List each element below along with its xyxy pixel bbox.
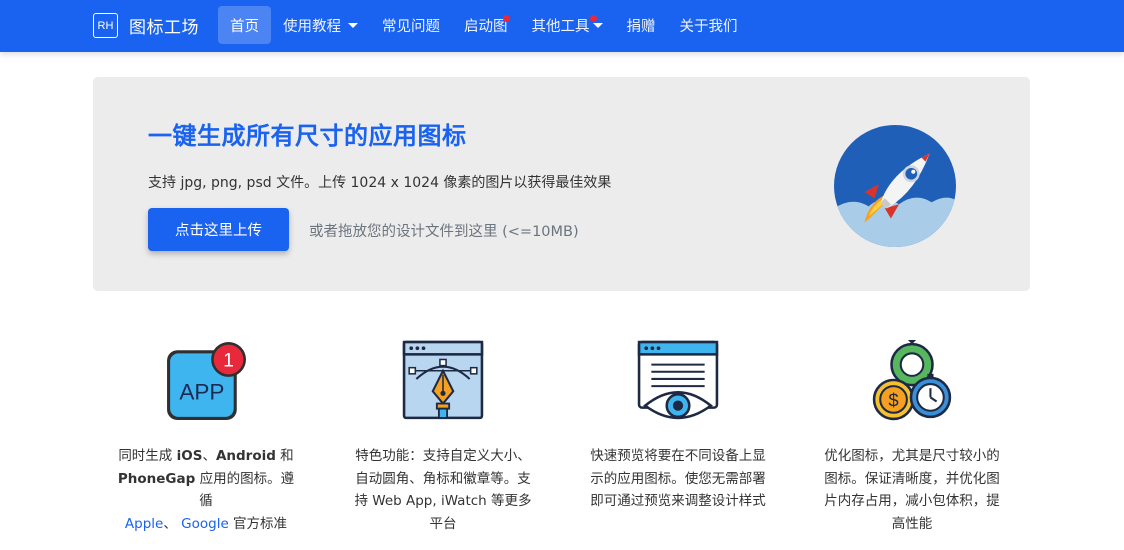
- nav-tutorial-dropdown[interactable]: 使用教程: [271, 6, 370, 44]
- rocket-icon: [834, 125, 956, 247]
- brand-name: 图标工场: [129, 18, 199, 38]
- feature-preview: 快速预览将要在不同设备上显示的应用图标。使您无需部署即可通过预览来调整设计样式: [585, 340, 771, 513]
- nav-tools-label: 其他工具: [531, 18, 590, 35]
- nav-tools-dropdown[interactable]: 其他工具: [520, 6, 615, 44]
- nav-about-label: 关于我们: [679, 18, 738, 35]
- svg-text:$: $: [888, 390, 898, 411]
- ios-label: iOS: [176, 448, 203, 464]
- nav-donate-label: 捐赠: [626, 18, 656, 35]
- nav-home[interactable]: 首页: [218, 6, 271, 44]
- nav-donate[interactable]: 捐赠: [615, 6, 668, 44]
- new-dot-icon: [589, 15, 597, 22]
- feature-preview-text: 快速预览将要在不同设备上显示的应用图标。使您无需部署即可通过预览来调整设计样式: [590, 448, 766, 509]
- upload-hero[interactable]: 一键生成所有尺寸的应用图标 支持 jpg, png, psd 文件。上传 102…: [93, 77, 1030, 291]
- eye-preview-icon: [637, 340, 719, 420]
- feature-optimize: $ 优化图标，尤其是尺寸较小的图标。保证清晰度，并优化图片内存占用，减小包体积，…: [819, 340, 1005, 535]
- optimize-coins-icon: $: [872, 340, 952, 421]
- nav-splash[interactable]: 启动图: [452, 6, 520, 44]
- apple-link[interactable]: Apple: [125, 516, 163, 532]
- nav-splash-label: 启动图: [464, 18, 508, 35]
- new-dot-icon: [503, 15, 510, 22]
- hero-subtitle: 支持 jpg, png, psd 文件。上传 1024 x 1024 像素的图片…: [148, 175, 612, 191]
- svg-text:APP: APP: [179, 379, 224, 404]
- nav-faq[interactable]: 常见问题: [370, 6, 452, 44]
- nav-tutorial-label: 使用教程: [283, 18, 341, 35]
- android-label: Android: [215, 448, 276, 464]
- main-nav: 首页 使用教程 常见问题 启动图 其他工具 捐赠 关于我们: [218, 6, 750, 44]
- caret-down-icon: [592, 22, 603, 28]
- phonegap-label: PhoneGap: [117, 470, 196, 487]
- nav-home-label: 首页: [230, 18, 259, 35]
- upload-button[interactable]: 点击这里上传: [148, 208, 289, 251]
- rh-logo-icon: RH: [93, 13, 118, 38]
- pen-tool-icon: [402, 340, 484, 420]
- google-link[interactable]: Google: [181, 516, 229, 532]
- feature-platforms: APP 1 同时生成 iOS、Android 和 PhoneGap 应用的图标。遵…: [113, 340, 299, 535]
- caret-down-icon: [348, 22, 358, 28]
- drop-hint: 或者拖放您的设计文件到这里 (<=10MB): [309, 224, 579, 240]
- feature-platforms-text: 同时生成 iOS、Android 和 PhoneGap 应用的图标。遵循 Apple…: [117, 448, 295, 532]
- svg-text:1: 1: [223, 350, 234, 372]
- feature-custom: 特色功能：支持自定义大小、自动圆角、角标和徽章等。支持 Web App, iWa…: [350, 340, 536, 535]
- feature-optimize-text: 优化图标，尤其是尺寸较小的图标。保证清晰度，并优化图片内存占用，减小包体积，提高…: [824, 448, 1000, 532]
- nav-faq-label: 常见问题: [382, 18, 440, 35]
- nav-about[interactable]: 关于我们: [668, 6, 750, 44]
- feature-custom-text: 特色功能：支持自定义大小、自动圆角、角标和徽章等。支持 Web App, iWa…: [354, 448, 532, 532]
- hero-title: 一键生成所有尺寸的应用图标: [148, 122, 467, 150]
- app-badge-icon: APP 1: [167, 342, 246, 420]
- brand-link[interactable]: RH 图标工场: [93, 12, 199, 39]
- top-navbar: RH 图标工场 首页 使用教程 常见问题 启动图 其他工具 捐赠 关于我们: [0, 0, 1124, 52]
